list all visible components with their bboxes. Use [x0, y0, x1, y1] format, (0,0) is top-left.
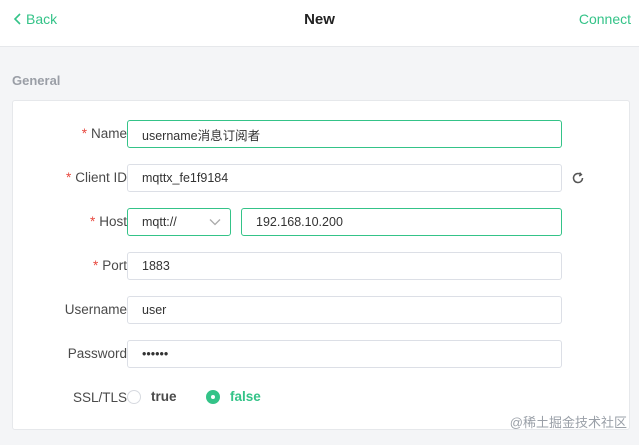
password-row: Password ••••••	[13, 340, 631, 370]
connect-button[interactable]: Connect	[579, 11, 631, 27]
password-input[interactable]: ••••••	[127, 340, 562, 368]
password-label: Password	[67, 346, 127, 361]
port-row: * Port 1883	[13, 252, 631, 282]
chevron-down-icon	[209, 219, 221, 226]
required-marker: *	[92, 258, 99, 273]
username-label: Username	[64, 302, 127, 317]
refresh-icon[interactable]	[571, 171, 585, 185]
ssl-true-label: true	[151, 389, 177, 404]
general-form-card: * Name username消息订阅者 * Client ID mqttx_fe1…	[12, 100, 630, 430]
host-input[interactable]: 192.168.10.200	[241, 208, 562, 236]
section-title: General	[12, 73, 61, 88]
ssl-false-radio[interactable]: false	[206, 389, 261, 404]
required-marker: *	[65, 170, 72, 185]
username-row: Username user	[13, 296, 631, 326]
name-row: * Name username消息订阅者	[13, 120, 631, 150]
top-bar: Back New Connect	[0, 0, 639, 47]
client-id-label: * Client ID	[65, 170, 127, 185]
client-id-row: * Client ID mqttx_fe1f9184	[13, 164, 631, 194]
username-input[interactable]: user	[127, 296, 562, 324]
required-marker: *	[81, 126, 87, 141]
port-label: * Port	[92, 258, 127, 273]
name-input[interactable]: username消息订阅者	[127, 120, 562, 148]
ssl-tls-row: SSL/TLS true false	[13, 384, 631, 414]
page-title: New	[304, 11, 335, 28]
ssl-false-label: false	[230, 389, 261, 404]
radio-dot-selected	[206, 389, 220, 404]
port-input[interactable]: 1883	[127, 252, 562, 280]
required-marker: *	[89, 214, 96, 229]
ssl-true-radio[interactable]: true	[127, 389, 177, 404]
host-label: * Host	[89, 214, 127, 229]
name-label: * Name	[81, 126, 127, 141]
watermark: @稀土掘金技术社区	[509, 415, 627, 430]
radio-dot	[127, 389, 141, 404]
client-id-input[interactable]: mqttx_fe1f9184	[127, 164, 562, 192]
protocol-select[interactable]: mqtt://	[127, 208, 231, 236]
host-row: * Host mqtt:// 192.168.10.200	[13, 208, 631, 238]
ssl-tls-label: SSL/TLS	[72, 390, 127, 405]
